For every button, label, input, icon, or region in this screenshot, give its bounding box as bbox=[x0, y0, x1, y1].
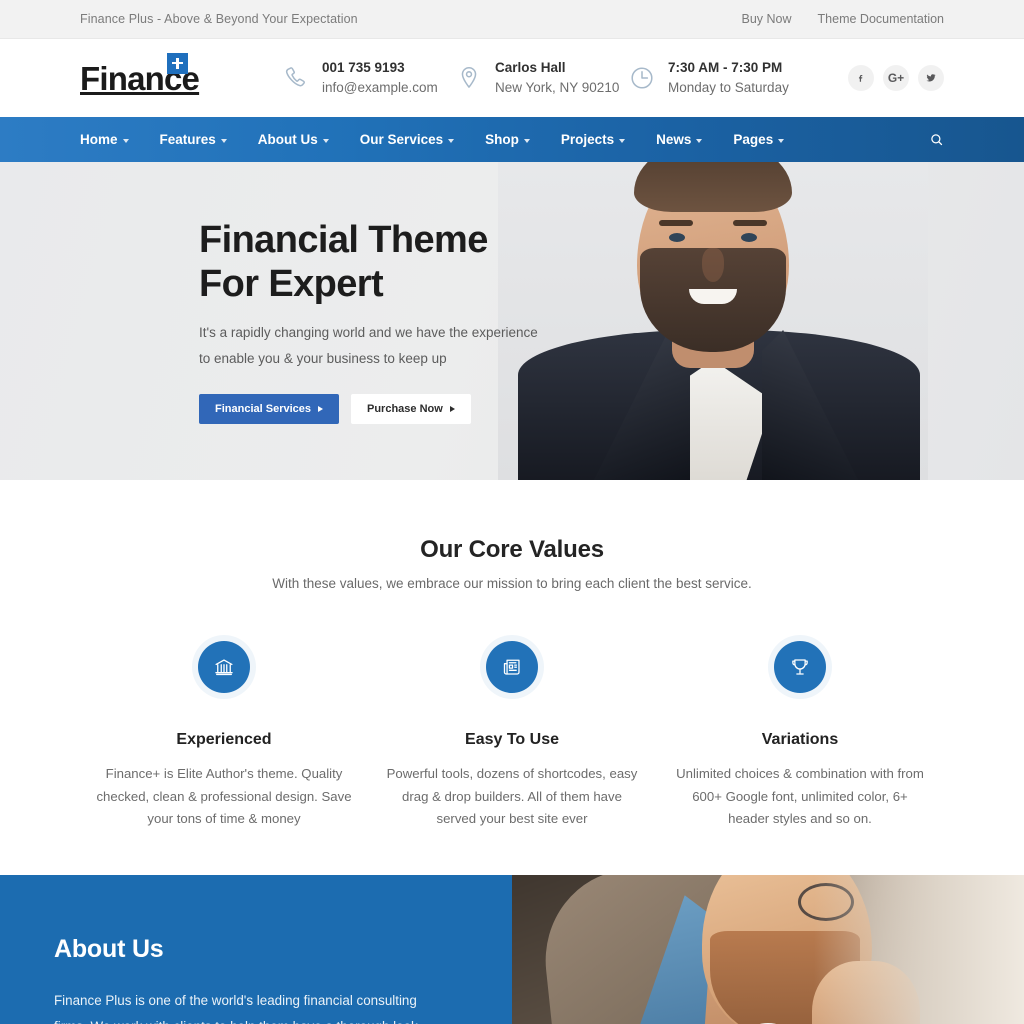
contact-hours-days: Monday to Saturday bbox=[668, 80, 789, 95]
nav-items: Home Features About Us Our Services Shop… bbox=[80, 132, 815, 147]
hero-subtitle-line-1: It's a rapidly changing world and we hav… bbox=[199, 324, 538, 340]
chevron-down-icon bbox=[448, 138, 455, 143]
core-values-section: Our Core Values With these values, we em… bbox=[0, 480, 1024, 876]
value-card-easy-to-use: Easy To Use Powerful tools, dozens of sh… bbox=[368, 641, 656, 831]
contact-city: New York, NY 90210 bbox=[495, 80, 620, 95]
value-title: Variations bbox=[761, 731, 839, 748]
contact-phone-number: 001 735 9193 bbox=[322, 60, 405, 76]
chevron-down-icon bbox=[523, 138, 530, 143]
nav-item-features[interactable]: Features bbox=[160, 132, 247, 147]
hero-actions: Financial Services Purchase Now bbox=[199, 394, 944, 425]
search-icon[interactable] bbox=[929, 132, 944, 147]
about-us-content: About Us Finance Plus is one of the worl… bbox=[0, 875, 512, 1024]
chevron-down-icon bbox=[619, 138, 626, 143]
nav-item-shop[interactable]: Shop bbox=[485, 132, 550, 147]
bank-building-icon bbox=[198, 641, 250, 693]
nav-item-about-us[interactable]: About Us bbox=[258, 132, 349, 147]
nav-item-pages[interactable]: Pages bbox=[733, 132, 804, 147]
value-card-experienced: Experienced Finance+ is Elite Author's t… bbox=[80, 641, 368, 831]
top-utility-bar: Finance Plus - Above & Beyond Your Expec… bbox=[0, 0, 1024, 39]
hero-title-line-2: For Expert bbox=[199, 262, 384, 305]
clock-icon bbox=[628, 64, 656, 92]
theme-documentation-link[interactable]: Theme Documentation bbox=[818, 12, 944, 26]
nav-item-news[interactable]: News bbox=[656, 132, 722, 147]
contact-address: Carlos Hall New York, NY 90210 bbox=[455, 58, 628, 97]
header-social-links: G+ bbox=[848, 65, 944, 91]
nav-item-home[interactable]: Home bbox=[80, 132, 149, 147]
about-us-section: About Us Finance Plus is one of the worl… bbox=[0, 875, 1024, 1024]
value-text: Unlimited choices & combination with fro… bbox=[676, 766, 924, 827]
newspaper-icon bbox=[486, 641, 538, 693]
nav-item-our-services[interactable]: Our Services bbox=[360, 132, 474, 147]
hero-subtitle: It's a rapidly changing world and we hav… bbox=[199, 320, 944, 373]
location-pin-icon bbox=[455, 64, 483, 92]
about-us-heading: About Us bbox=[54, 935, 164, 964]
hero-banner: Financial Theme For Expert It's a rapidl… bbox=[0, 162, 1024, 480]
logo-plus-badge-icon bbox=[167, 52, 188, 74]
chevron-down-icon bbox=[122, 138, 129, 143]
twitter-icon[interactable] bbox=[918, 65, 944, 91]
contact-phone: 001 735 9193 info@example.com bbox=[282, 58, 455, 97]
chevron-down-icon bbox=[696, 138, 703, 143]
buy-now-link[interactable]: Buy Now bbox=[742, 12, 792, 26]
site-tagline: Finance Plus - Above & Beyond Your Expec… bbox=[80, 12, 358, 26]
chevron-down-icon bbox=[220, 138, 227, 143]
value-text: Powerful tools, dozens of shortcodes, ea… bbox=[386, 766, 638, 827]
chevron-down-icon bbox=[322, 138, 329, 143]
hero-title: Financial Theme For Expert bbox=[199, 218, 944, 306]
value-title: Experienced bbox=[176, 731, 272, 748]
value-title: Easy To Use bbox=[465, 731, 559, 748]
contact-venue: Carlos Hall bbox=[495, 60, 566, 76]
core-values-heading: Our Core Values bbox=[420, 536, 604, 563]
google-plus-icon[interactable]: G+ bbox=[883, 65, 909, 91]
chevron-down-icon bbox=[778, 138, 785, 143]
facebook-icon[interactable] bbox=[848, 65, 874, 91]
core-values-grid: Experienced Finance+ is Elite Author's t… bbox=[80, 641, 944, 831]
core-values-lead: With these values, we embrace our missio… bbox=[272, 576, 752, 591]
main-navigation: Home Features About Us Our Services Shop… bbox=[0, 117, 1024, 162]
contact-hours: 7:30 AM - 7:30 PM Monday to Saturday bbox=[628, 58, 814, 97]
value-card-variations: Variations Unlimited choices & combinati… bbox=[656, 641, 944, 831]
header-contact-group: 001 735 9193 info@example.com Carlos Hal… bbox=[260, 58, 848, 97]
hero-title-line-1: Financial Theme bbox=[199, 218, 488, 261]
contact-email: info@example.com bbox=[322, 80, 438, 95]
logo[interactable]: Finance bbox=[80, 52, 260, 95]
arrow-right-icon bbox=[318, 406, 323, 413]
purchase-now-button[interactable]: Purchase Now bbox=[351, 394, 471, 425]
trophy-icon bbox=[774, 641, 826, 693]
arrow-right-icon bbox=[449, 406, 455, 413]
phone-icon bbox=[282, 64, 310, 92]
value-text: Finance+ is Elite Author's theme. Qualit… bbox=[96, 766, 352, 827]
site-header: Finance 001 735 9193 info@example.com Ca… bbox=[0, 39, 1024, 117]
hero-subtitle-line-2: to enable you & your business to keep up bbox=[199, 351, 447, 367]
nav-item-projects[interactable]: Projects bbox=[561, 132, 645, 147]
top-utility-links: Buy Now Theme Documentation bbox=[742, 12, 944, 26]
about-us-video bbox=[512, 875, 1024, 1024]
contact-hours-range: 7:30 AM - 7:30 PM bbox=[668, 60, 783, 76]
financial-services-button[interactable]: Financial Services bbox=[199, 394, 339, 425]
about-us-text: Finance Plus is one of the world's leadi… bbox=[54, 993, 418, 1024]
